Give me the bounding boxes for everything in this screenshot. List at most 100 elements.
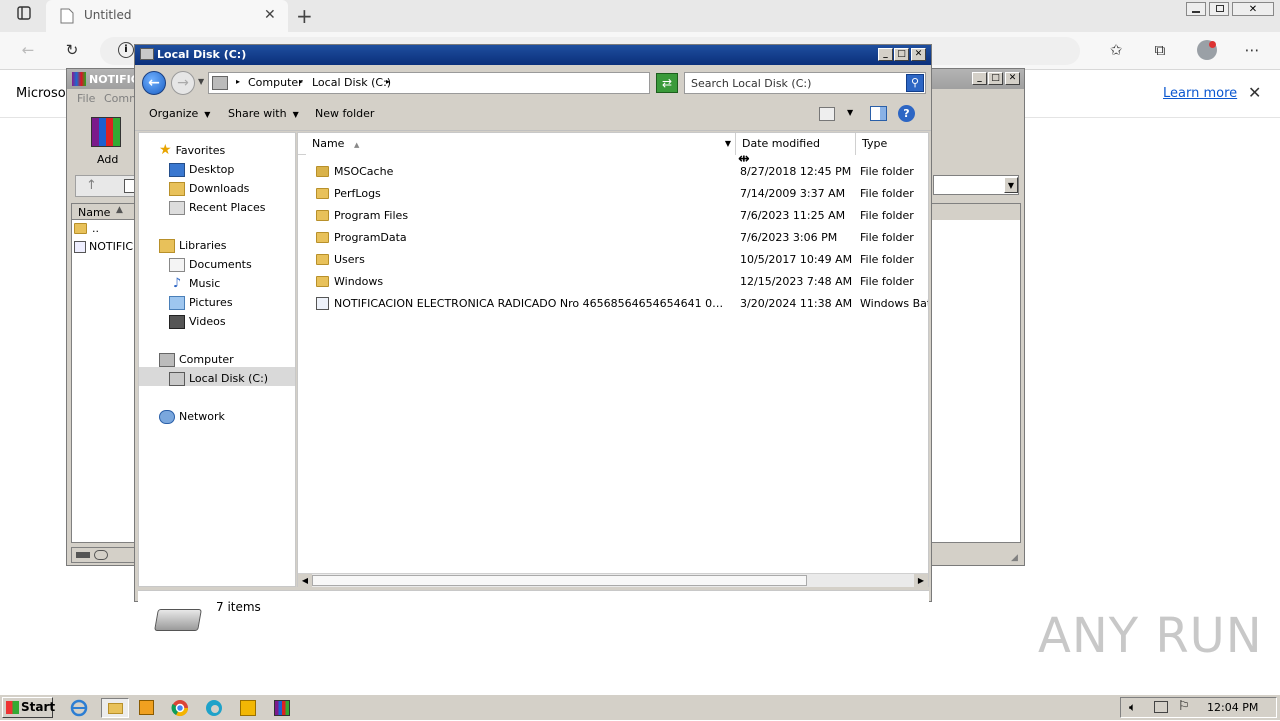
nav-videos[interactable]: Videos — [169, 312, 226, 331]
winrar-row-parent[interactable]: .. — [74, 222, 134, 238]
collections-icon[interactable]: ⧉ — [1149, 40, 1171, 62]
file-row[interactable]: Windows 12/15/2023 7:48 AM File folder — [298, 271, 928, 293]
scrollbar-thumb[interactable] — [312, 575, 807, 586]
nav-libraries[interactable]: Libraries — [159, 236, 227, 255]
nav-label: Downloads — [189, 182, 250, 195]
scroll-right-icon[interactable]: ▶ — [914, 574, 928, 587]
file-date-modified: 7/6/2023 3:06 PM — [740, 231, 838, 244]
file-row[interactable]: NOTIFICACION ELECTRONICA RADICADO Nro 46… — [298, 293, 928, 315]
more-menu-icon[interactable]: ⋯ — [1241, 40, 1263, 62]
network-icon — [159, 410, 175, 424]
breadcrumb-separator-icon[interactable]: ▸ — [299, 77, 303, 86]
view-dropdown-icon[interactable]: ▼ — [847, 108, 853, 117]
explorer-maximize-button[interactable]: □ — [894, 48, 909, 61]
file-row[interactable]: ProgramData 7/6/2023 3:06 PM File folder — [298, 227, 928, 249]
breadcrumb-computer[interactable]: Computer — [248, 76, 303, 89]
share-with-label: Share with — [228, 107, 287, 120]
restore-button[interactable] — [1209, 2, 1229, 16]
close-tab-icon[interactable]: ✕ — [264, 7, 276, 23]
learn-more-link[interactable]: Learn more — [1163, 86, 1237, 101]
winrar-maximize-button[interactable]: □ — [988, 72, 1003, 85]
nav-favorites[interactable]: ★ Favorites — [159, 141, 225, 160]
file-row[interactable]: Program Files 7/6/2023 11:25 AM File folde… — [298, 205, 928, 227]
flag-icon[interactable]: ⚐ — [1178, 699, 1190, 714]
file-name: PerfLogs — [334, 187, 381, 200]
breadcrumb-separator-icon[interactable]: ▸ — [386, 77, 390, 86]
preview-pane-icon[interactable] — [870, 106, 887, 121]
column-type[interactable]: Type — [856, 133, 928, 155]
refresh-icon[interactable]: ⇄ — [656, 73, 678, 93]
network-tray-icon[interactable] — [1154, 701, 1168, 713]
local-disk-icon — [169, 372, 185, 386]
office-icon[interactable] — [238, 698, 260, 718]
close-window-button[interactable]: ✕ — [1232, 2, 1274, 16]
help-icon[interactable]: ? — [898, 105, 915, 122]
info-icon[interactable]: i — [118, 42, 134, 58]
clock[interactable]: 12:04 PM — [1207, 701, 1258, 714]
volume-icon[interactable]: 🔈︎ — [1129, 700, 1136, 715]
breadcrumb-separator-icon[interactable]: ▸ — [236, 77, 240, 86]
ie-icon[interactable] — [69, 698, 91, 718]
start-button[interactable]: Start — [2, 697, 56, 718]
back-icon[interactable]: ← — [17, 40, 39, 62]
file-row[interactable]: MSOCache 8/27/2018 12:45 PM File folder — [298, 161, 928, 183]
browser-tab[interactable]: Untitled ✕ — [46, 0, 288, 32]
nav-documents[interactable]: Documents — [169, 255, 252, 274]
winrar-menu-file[interactable]: File — [77, 92, 95, 105]
nav-recent-places[interactable]: Recent Places — [169, 198, 266, 217]
start-label: Start — [21, 700, 56, 714]
winrar-minimize-button[interactable]: _ — [972, 72, 987, 85]
nav-network[interactable]: Network — [159, 407, 225, 426]
explorer-minimize-button[interactable]: _ — [878, 48, 893, 61]
videos-icon — [169, 315, 185, 329]
breadcrumb[interactable]: ▸ Computer ▸ Local Disk (C:) ▸ ▼ — [208, 72, 718, 94]
nav-pictures[interactable]: Pictures — [169, 293, 233, 312]
profile-avatar[interactable] — [1197, 40, 1217, 60]
column-date-modified[interactable]: Date modified — [736, 133, 856, 155]
winrar-add-button[interactable]: Add — [75, 111, 135, 169]
share-with-button[interactable]: Share with ▼ — [228, 107, 299, 120]
column-name[interactable]: Name ▲ ▼ — [306, 133, 736, 155]
nav-music[interactable]: ♪ Music — [169, 274, 220, 293]
winrar-path-dropdown[interactable]: ▼ — [933, 175, 1019, 195]
minimize-button[interactable] — [1186, 2, 1206, 16]
winrar-close-button[interactable]: ✕ — [1005, 72, 1020, 85]
explorer-taskbar-icon[interactable] — [101, 698, 129, 718]
resize-grip-icon[interactable]: ◢ — [1011, 553, 1018, 563]
scroll-left-icon[interactable]: ◀ — [298, 574, 312, 587]
search-icon[interactable]: ⚲ — [906, 74, 924, 92]
explorer-title-bar[interactable]: Local Disk (C:) _ □ ✕ — [135, 45, 931, 65]
file-row[interactable]: Users 10/5/2017 10:49 AM File folder — [298, 249, 928, 271]
organize-button[interactable]: Organize ▼ — [149, 107, 210, 120]
explorer-close-button[interactable]: ✕ — [911, 48, 926, 61]
file-type: File folder — [860, 275, 914, 288]
new-folder-button[interactable]: New folder — [315, 107, 374, 120]
chrome-icon[interactable] — [170, 698, 192, 718]
column-dropdown-icon[interactable]: ▼ — [725, 133, 731, 155]
tab-actions-icon[interactable] — [13, 5, 35, 27]
nav-desktop[interactable]: Desktop — [169, 160, 234, 179]
media-player-icon[interactable] — [136, 698, 158, 718]
close-infobar-icon[interactable]: ✕ — [1248, 83, 1261, 102]
favorites-icon[interactable]: ✩ — [1105, 40, 1127, 62]
winrar-row-file[interactable]: NOTIFIC — [74, 240, 134, 256]
new-tab-icon[interactable]: + — [296, 4, 313, 28]
winrar-up-icon[interactable]: ↑ — [86, 178, 97, 193]
breadcrumb-local-disk[interactable]: Local Disk (C:) — [312, 76, 391, 89]
edge-icon[interactable] — [204, 698, 226, 718]
winrar-taskbar-icon[interactable] — [272, 698, 294, 718]
search-input[interactable]: Search Local Disk (C:) ⚲ — [684, 72, 926, 94]
system-tray: 🔈︎ ⚐ 12:04 PM — [1120, 697, 1277, 718]
chevron-down-icon[interactable]: ▼ — [1004, 177, 1018, 193]
recent-pages-icon[interactable]: ▼ — [198, 77, 204, 86]
nav-local-disk[interactable]: Local Disk (C:) — [169, 369, 268, 388]
horizontal-scrollbar[interactable]: ◀ ▶ — [298, 573, 928, 587]
winrar-name-column[interactable]: Name — [78, 206, 110, 219]
forward-arrow-icon[interactable]: → — [171, 71, 195, 95]
winrar-app-icon — [72, 72, 86, 86]
back-arrow-icon[interactable]: ← — [142, 71, 166, 95]
file-row[interactable]: PerfLogs 7/14/2009 3:37 AM File folder — [298, 183, 928, 205]
refresh-icon[interactable]: ↻ — [61, 40, 83, 62]
nav-downloads[interactable]: Downloads — [169, 179, 249, 198]
view-options-icon[interactable] — [819, 107, 835, 121]
